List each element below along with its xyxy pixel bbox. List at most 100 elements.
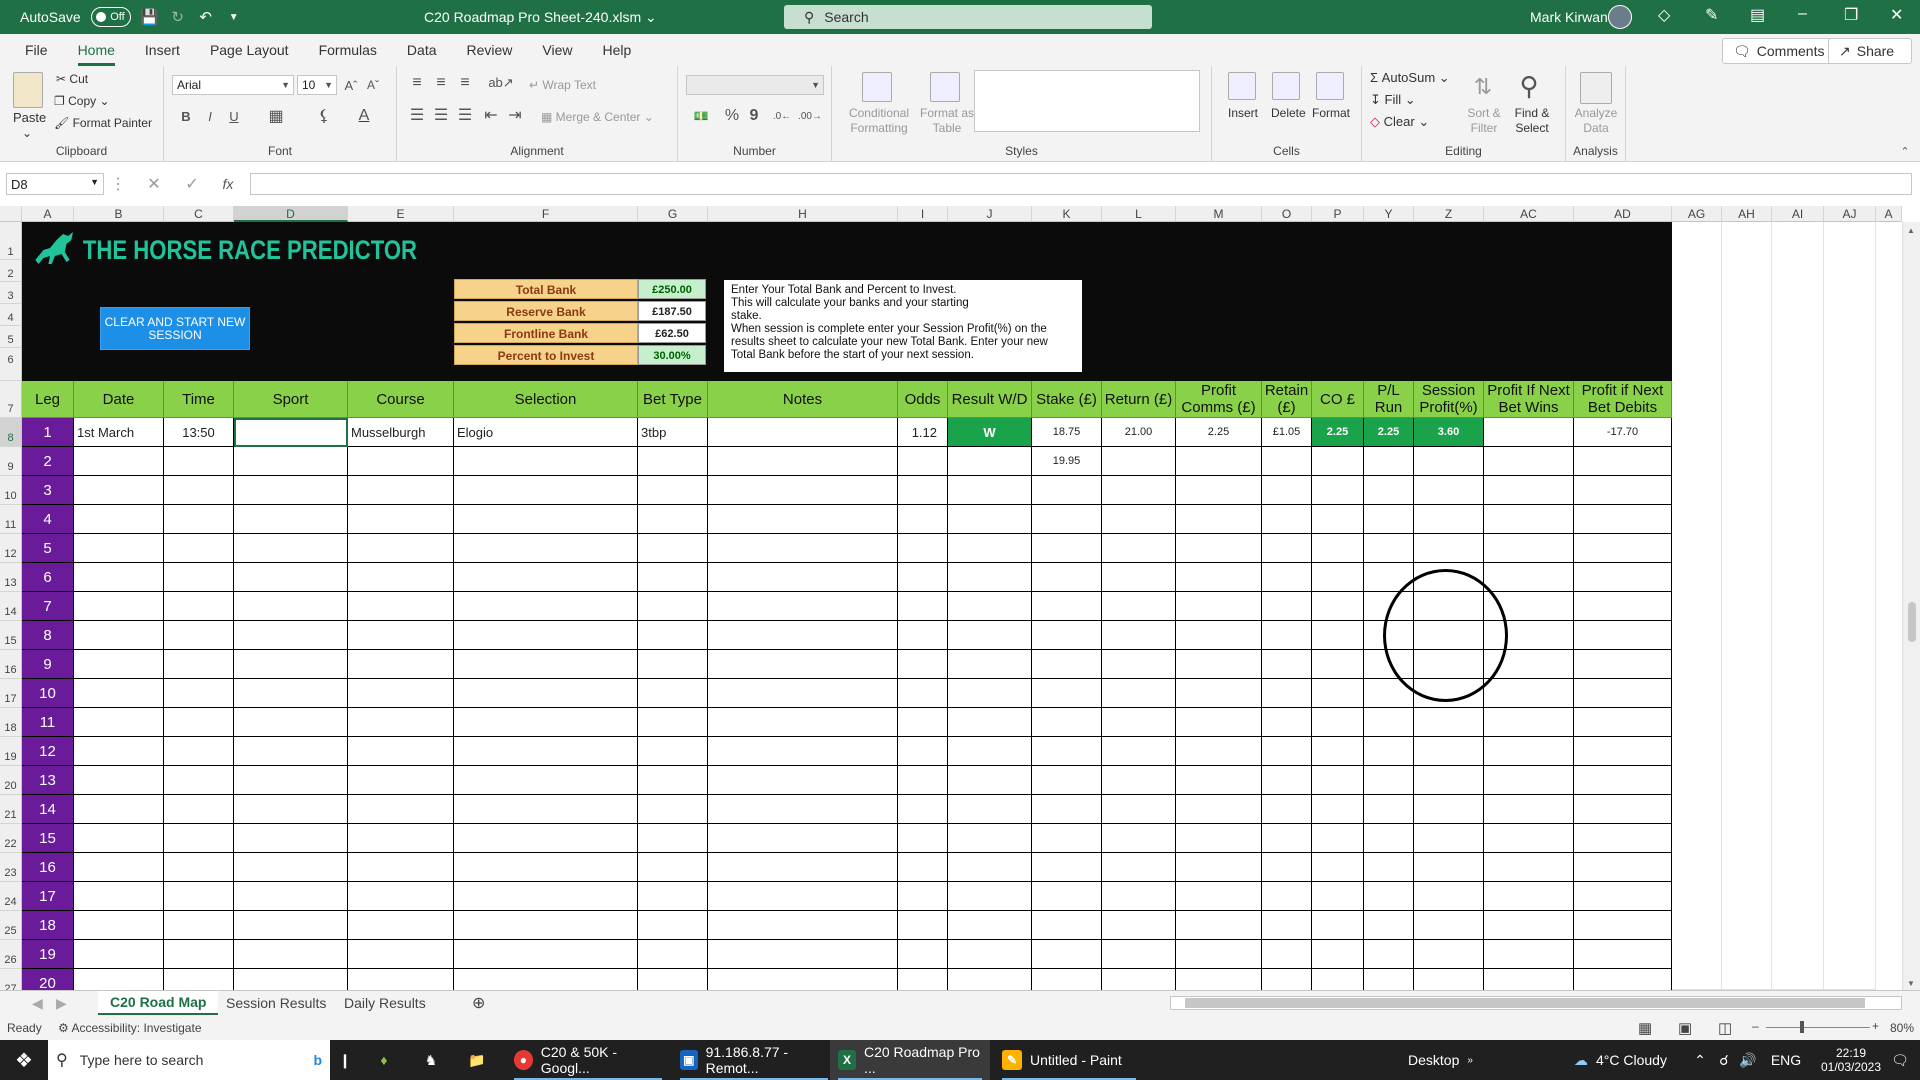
table-cell[interactable] <box>1414 447 1484 476</box>
column-header[interactable]: E <box>348 206 454 222</box>
table-cell[interactable] <box>898 824 948 853</box>
decrease-font-icon[interactable]: Aˇ <box>364 75 382 95</box>
font-name-select[interactable]: Arial ▼ <box>172 75 294 95</box>
cell-styles-gallery[interactable] <box>974 70 1200 132</box>
table-cell[interactable] <box>1262 650 1312 679</box>
table-cell[interactable] <box>1312 853 1364 882</box>
table-cell[interactable] <box>1262 505 1312 534</box>
table-cell[interactable] <box>1176 940 1262 969</box>
name-box[interactable]: D8 ▼ <box>6 173 104 195</box>
table-cell[interactable] <box>1364 795 1414 824</box>
table-cell[interactable] <box>638 650 708 679</box>
row-header[interactable]: 20 <box>0 766 22 795</box>
table-cell[interactable] <box>234 940 348 969</box>
increase-font-icon[interactable]: Aˆ <box>342 75 360 95</box>
table-cell[interactable] <box>1574 766 1672 795</box>
table-cell[interactable] <box>948 447 1032 476</box>
table-cell[interactable] <box>898 505 948 534</box>
tray-up-icon[interactable]: ⌃ <box>1688 1040 1712 1080</box>
table-cell[interactable] <box>1176 447 1262 476</box>
horse-app-icon[interactable]: ♞ <box>410 1040 452 1080</box>
table-cell[interactable] <box>1176 476 1262 505</box>
restore-icon[interactable]: ❐ <box>1844 5 1858 25</box>
table-cell[interactable] <box>948 650 1032 679</box>
table-cell[interactable] <box>1574 708 1672 737</box>
column-header[interactable]: A <box>22 206 74 222</box>
column-header[interactable]: G <box>638 206 708 222</box>
scroll-up-icon[interactable]: ▲ <box>1907 226 1915 235</box>
table-cell[interactable] <box>1032 853 1102 882</box>
percent-icon[interactable]: % <box>722 106 742 126</box>
table-cell[interactable] <box>1262 911 1312 940</box>
column-header[interactable]: F <box>454 206 638 222</box>
decrease-indent-icon[interactable]: ⇤ <box>481 106 501 124</box>
table-cell[interactable] <box>1574 737 1672 766</box>
table-cell[interactable] <box>898 737 948 766</box>
table-cell[interactable] <box>948 737 1032 766</box>
table-cell[interactable] <box>1312 621 1364 650</box>
table-cell[interactable] <box>234 679 348 708</box>
table-cell[interactable] <box>164 505 234 534</box>
table-cell[interactable] <box>234 592 348 621</box>
table-cell[interactable] <box>1262 621 1312 650</box>
table-cell[interactable] <box>1484 476 1574 505</box>
orientation-icon[interactable]: ab↗ <box>487 74 515 92</box>
table-cell[interactable] <box>638 534 708 563</box>
row-header[interactable]: 25 <box>0 911 22 940</box>
format-as-table-button[interactable]: Format as Table <box>920 106 974 136</box>
table-cell[interactable] <box>1176 708 1262 737</box>
table-cell[interactable] <box>1484 679 1574 708</box>
page-break-icon[interactable]: ◫ <box>1718 1019 1732 1037</box>
row-header[interactable]: 24 <box>0 882 22 911</box>
table-cell[interactable] <box>74 882 164 911</box>
magnifier-icon[interactable]: ⚲ <box>1512 70 1546 102</box>
table-cell[interactable] <box>1102 505 1176 534</box>
volume-icon[interactable]: 🔊 <box>1736 1040 1760 1080</box>
delete-cells-icon[interactable] <box>1272 72 1300 100</box>
align-top-icon[interactable]: ≡ <box>407 74 427 92</box>
language-indicator[interactable]: ENG <box>1766 1040 1806 1080</box>
tab-home[interactable]: Home <box>63 42 130 66</box>
row-header[interactable]: 17 <box>0 679 22 708</box>
table-cell[interactable] <box>1176 534 1262 563</box>
table-cell[interactable] <box>1032 650 1102 679</box>
table-cell[interactable] <box>1176 766 1262 795</box>
table-cell[interactable] <box>164 621 234 650</box>
table-cell[interactable] <box>708 592 898 621</box>
table-cell[interactable] <box>74 737 164 766</box>
formula-input[interactable] <box>250 173 1912 195</box>
table-cell[interactable] <box>234 766 348 795</box>
table-cell[interactable] <box>1484 766 1574 795</box>
table-cell[interactable] <box>74 476 164 505</box>
table-cell[interactable] <box>1312 824 1364 853</box>
table-cell[interactable] <box>708 853 898 882</box>
table-cell[interactable] <box>1364 476 1414 505</box>
table-cell[interactable] <box>348 882 454 911</box>
table-cell[interactable] <box>234 911 348 940</box>
align-right-icon[interactable]: ☰ <box>455 106 475 124</box>
table-cell[interactable] <box>348 824 454 853</box>
row-header[interactable]: 3 <box>0 282 22 304</box>
table-cell[interactable] <box>1262 766 1312 795</box>
fill-color-icon[interactable]: ⚸ <box>314 106 334 126</box>
underline-icon[interactable]: U <box>226 106 242 126</box>
table-cell[interactable] <box>1312 650 1364 679</box>
table-cell[interactable] <box>1364 824 1414 853</box>
row-header[interactable]: 18 <box>0 708 22 737</box>
table-cell[interactable] <box>234 534 348 563</box>
table-cell[interactable] <box>1032 882 1102 911</box>
sport-cell-selected[interactable] <box>234 418 348 447</box>
table-cell[interactable] <box>1032 969 1102 990</box>
table-cell[interactable] <box>74 824 164 853</box>
row-header[interactable]: 4 <box>0 304 22 326</box>
table-cell[interactable] <box>164 447 234 476</box>
table-cell[interactable] <box>898 476 948 505</box>
column-header[interactable]: I <box>898 206 948 222</box>
table-cell[interactable] <box>234 737 348 766</box>
table-cell[interactable] <box>1574 882 1672 911</box>
table-cell[interactable] <box>454 679 638 708</box>
table-cell[interactable] <box>638 969 708 990</box>
table-cell[interactable] <box>234 853 348 882</box>
format-table-icon[interactable] <box>930 72 960 102</box>
table-cell[interactable] <box>164 534 234 563</box>
